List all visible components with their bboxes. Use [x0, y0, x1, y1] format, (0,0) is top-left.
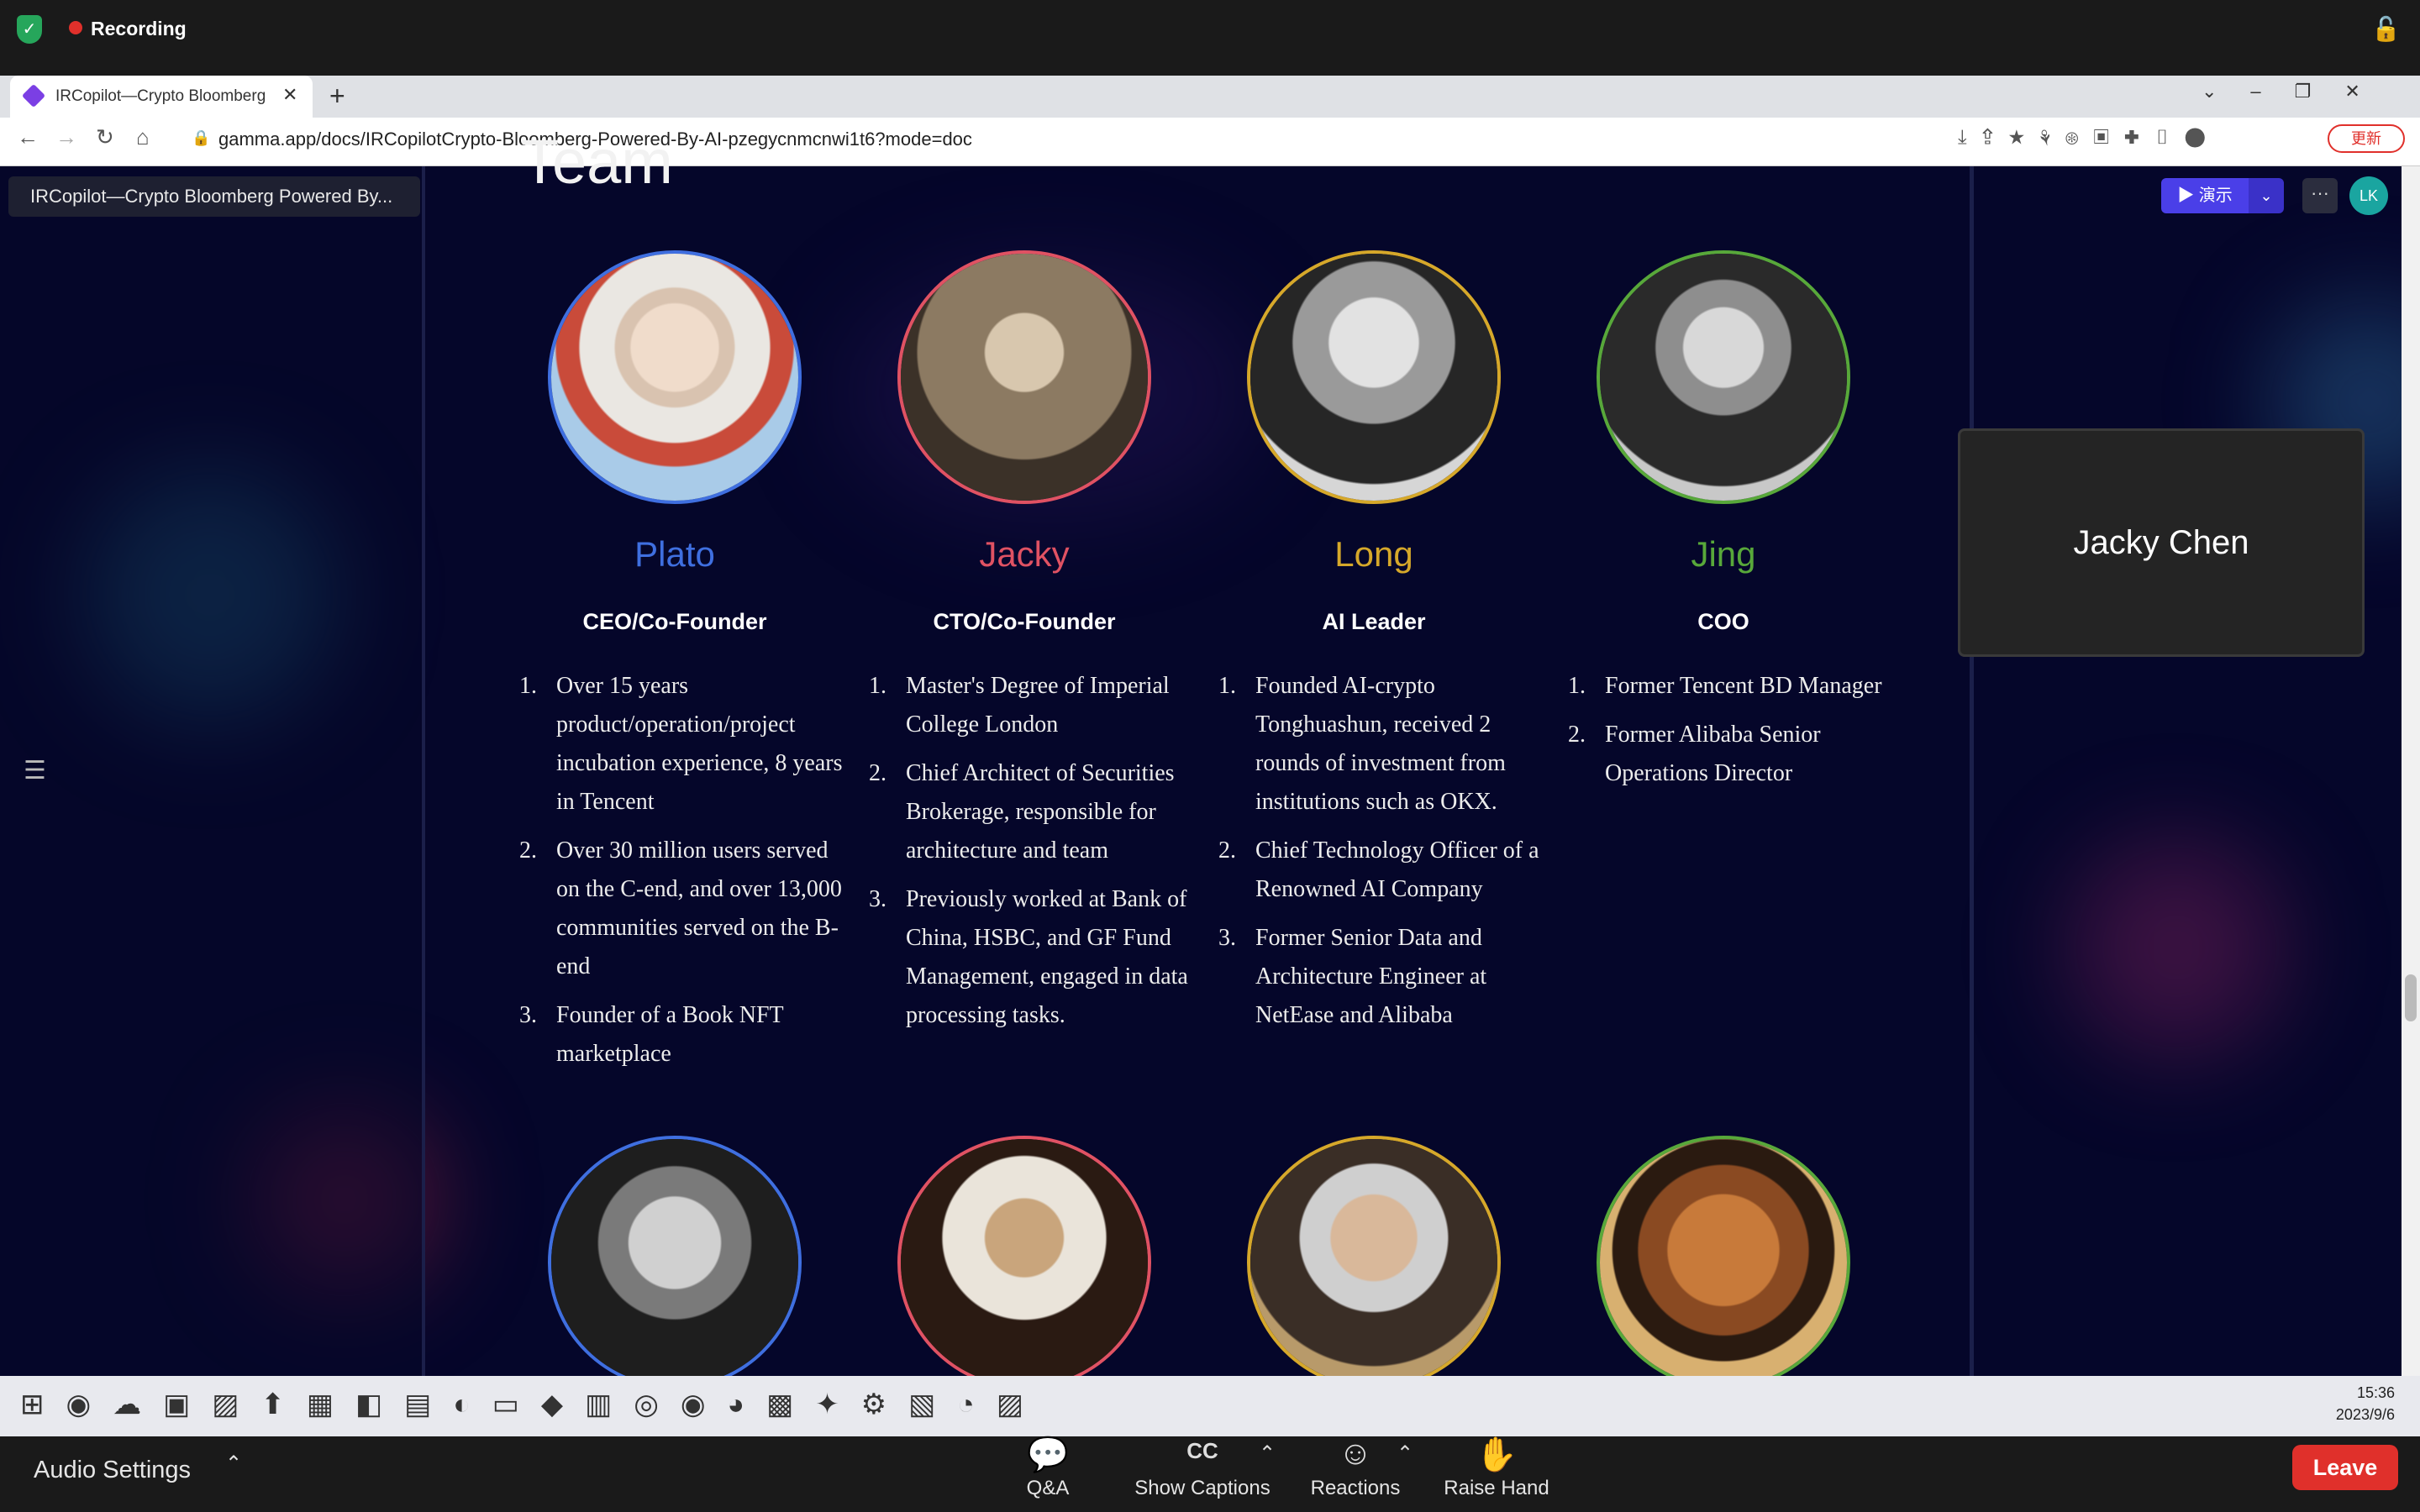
member-role: CTO/Co-Founder [933, 609, 1116, 634]
back-icon[interactable]: ← [17, 124, 39, 150]
left-panel [0, 166, 425, 1376]
list-item: 2. Chief Technology Officer of a Renowned… [1218, 837, 1539, 902]
list-item: 2. Chief Architect of Securities Brokerag… [869, 760, 1175, 864]
menu-icon[interactable]: ☰ [24, 756, 46, 785]
list-item: 1. Master's Degree of Imperial College Lo… [869, 673, 1170, 738]
portrait-jacky [897, 250, 1151, 504]
portrait-plato [548, 250, 802, 504]
list-item: 1. Over 15 years product/operation/projec… [519, 673, 843, 815]
captions-icon[interactable]: CC [1139, 1438, 1265, 1464]
list-item: 2. Over 30 million users served on the C-… [519, 837, 842, 979]
window-controls[interactable]: ⌄–❐✕ [2202, 81, 2394, 102]
secure-lock-icon[interactable]: 🔒 [192, 129, 210, 147]
member-name: Jacky [979, 534, 1070, 574]
recording-label: Recording [91, 18, 187, 39]
participant-name: Jacky Chen [2073, 524, 2249, 561]
leave-button[interactable]: Leave [2292, 1445, 2398, 1490]
audio-settings-button[interactable]: Audio Settings [34, 1453, 191, 1487]
chevron-down-icon[interactable]: ⌄ [2249, 178, 2284, 213]
list-item: 3. Former Senior Data and Architecture En… [1218, 925, 1487, 1028]
home-icon[interactable]: ⌂ [136, 124, 150, 150]
content-divider [1970, 166, 1974, 1376]
reload-icon[interactable]: ↻ [96, 124, 114, 150]
more-icon[interactable]: ··· [2302, 178, 2338, 213]
avatar[interactable]: LK [2349, 176, 2388, 215]
list-item: 1. Founded AI-crypto Tonghuashun, receive… [1218, 673, 1506, 815]
scrollbar-thumb[interactable] [2405, 974, 2417, 1021]
chevron-up-icon[interactable]: ⌃ [1259, 1441, 1276, 1466]
member-bullets: 1. Former Tencent BD Manager 2. Former Ali… [1568, 667, 1904, 803]
browser-tab-bar [0, 76, 2420, 118]
portrait-long [1247, 250, 1501, 504]
portrait-row2-4 [1597, 1136, 1850, 1389]
portrait-row2-2 [897, 1136, 1151, 1389]
present-button[interactable]: ▶ 演示 [2161, 178, 2249, 213]
clock-time: 15:36 [2356, 1384, 2395, 1401]
present-label: 演示 [2198, 186, 2233, 205]
qa-label[interactable]: Q&A [972, 1477, 1123, 1500]
zoom-top-bar [0, 0, 2420, 76]
scrollbar[interactable] [2402, 166, 2420, 1376]
tab-title[interactable]: IRCopilot—Crypto Bloomberg [55, 86, 276, 108]
recording-dot-icon [69, 21, 82, 34]
tab-close-icon[interactable]: ✕ [282, 84, 297, 106]
chevron-up-icon[interactable]: ⌃ [1397, 1441, 1413, 1466]
member-name: Plato [634, 534, 715, 574]
raise-hand-label[interactable]: Raise Hand [1421, 1477, 1572, 1500]
taskbar-app-icons[interactable]: ⊞◉☁▣▨⬆▦◧▤◐▭◆▥◎◉◕▩✦⚙▧◔▨ [20, 1388, 1045, 1421]
forward-icon[interactable]: → [55, 124, 77, 150]
list-item: 3. Previously worked at Bank of China, HS… [869, 886, 1188, 1028]
member-name: Long [1334, 534, 1413, 574]
doc-title-chip[interactable]: IRCopilot—Crypto Bloomberg Powered By... [8, 176, 420, 217]
list-item: 1. Former Tencent BD Manager [1568, 673, 1882, 699]
lock-icon[interactable]: 🔓 [2371, 15, 2401, 43]
reactions-label[interactable]: Reactions [1280, 1477, 1431, 1500]
clock-date: 2023/9/6 [2335, 1406, 2395, 1423]
update-button[interactable]: 更新 [2328, 124, 2405, 153]
list-item: 2. Former Alibaba Senior Operations Direc… [1568, 722, 1821, 786]
member-bullets: 1. Master's Degree of Imperial College Lo… [869, 667, 1205, 1045]
list-item: 3. Founder of a Book NFT marketplace [519, 1002, 784, 1067]
portrait-jing [1597, 250, 1850, 504]
member-role: AI Leader [1322, 609, 1426, 634]
section-heading: Team [521, 127, 673, 193]
member-role: COO [1697, 609, 1749, 634]
extension-icons[interactable]: ⤓⇪★⚘⊛▣✚▯⬤ [1958, 126, 2220, 150]
captions-label[interactable]: Show Captions [1127, 1477, 1278, 1500]
portrait-row2-1 [548, 1136, 802, 1389]
member-name: Jing [1691, 534, 1756, 574]
member-bullets: 1. Over 15 years product/operation/projec… [519, 667, 855, 1084]
shield-check-icon[interactable]: ✓ [17, 15, 42, 44]
member-bullets: 1. Founded AI-crypto Tonghuashun, receive… [1218, 667, 1555, 1045]
qa-icon[interactable]: 💬 [985, 1435, 1111, 1474]
portrait-row2-3 [1247, 1136, 1501, 1389]
chevron-up-icon[interactable]: ⌃ [225, 1452, 242, 1476]
new-tab-icon[interactable]: + [329, 81, 345, 112]
member-role: CEO/Co-Founder [582, 609, 767, 634]
raise-hand-icon[interactable]: ✋ [1434, 1435, 1560, 1474]
